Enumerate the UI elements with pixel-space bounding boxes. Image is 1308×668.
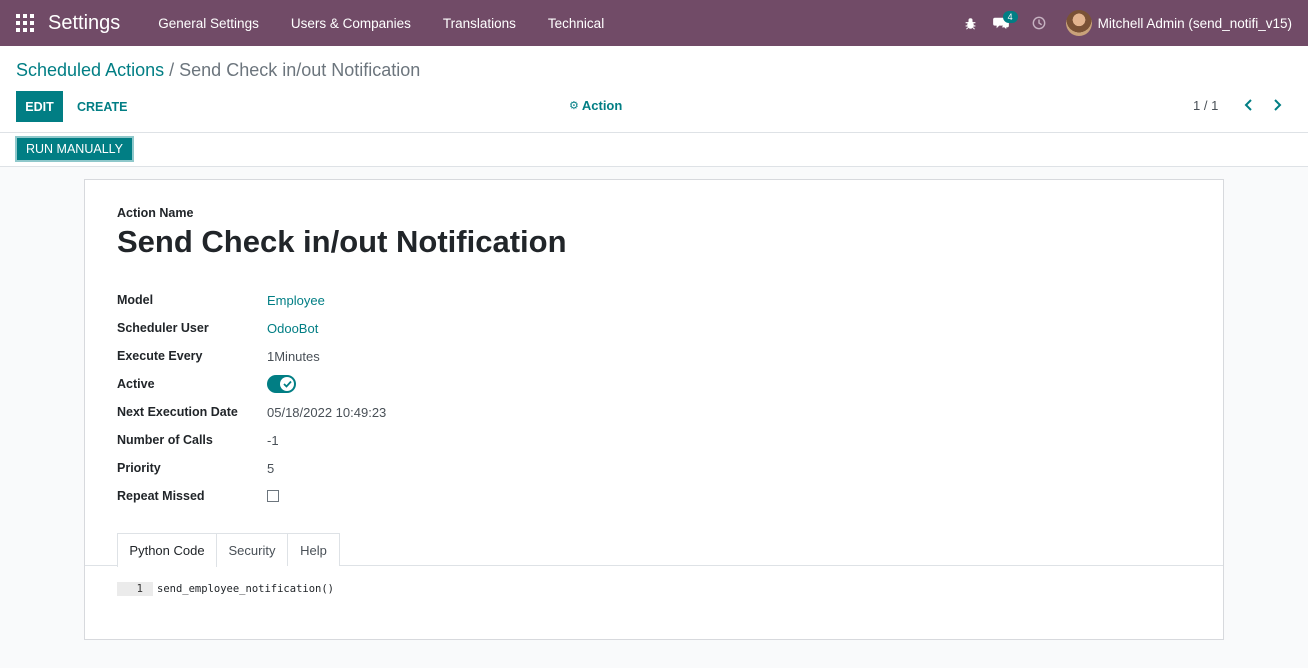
bug-icon[interactable]	[956, 0, 986, 46]
user-name: Mitchell Admin (send_notifi_v15)	[1097, 15, 1292, 31]
field-label: Number of Calls	[117, 433, 213, 447]
avatar	[1065, 10, 1092, 36]
edit-button[interactable]: EDIT	[16, 91, 63, 122]
chat-icon[interactable]: 4	[986, 0, 1018, 46]
control-panel: Scheduled Actions / Send Check in/out No…	[0, 46, 1308, 133]
notebook-tabs: Python Code Security Help	[85, 533, 1223, 567]
tab-security[interactable]: Security	[216, 533, 288, 566]
action-menu-button[interactable]: ⚙ Action	[569, 98, 622, 113]
priority-value: 5	[267, 460, 275, 476]
tab-help[interactable]: Help	[287, 533, 340, 566]
pager-value[interactable]: 1 / 1	[1193, 98, 1218, 113]
menu-translations[interactable]: Translations	[427, 16, 532, 31]
check-icon	[280, 377, 294, 391]
gear-icon: ⚙	[569, 100, 579, 112]
field-next-execution-date: Next Execution Date 05/18/2022 10:49:23	[117, 402, 386, 422]
field-label: Next Execution Date	[117, 405, 238, 419]
create-button[interactable]: CREATE	[69, 91, 135, 122]
breadcrumb-current: Send Check in/out Notification	[179, 60, 421, 80]
field-label: Active	[117, 377, 155, 391]
field-repeat-missed: Repeat Missed	[117, 486, 279, 506]
app-title[interactable]: Settings	[48, 12, 120, 35]
run-manually-button[interactable]: RUN MANUALLY	[15, 136, 135, 162]
field-execute-every: Execute Every 1Minutes	[117, 346, 320, 366]
field-number-of-calls: Number of Calls -1	[117, 430, 279, 450]
breadcrumb-scheduled-actions[interactable]: Scheduled Actions	[16, 60, 164, 80]
number-of-calls-value: -1	[267, 432, 279, 448]
field-active: Active	[117, 374, 296, 394]
field-priority: Priority 5	[117, 458, 274, 478]
active-toggle[interactable]	[267, 375, 296, 393]
top-navbar: Settings General Settings Users & Compan…	[0, 0, 1308, 46]
systray: 4 Mitchell Admin (send_notifi_v15)	[956, 0, 1308, 46]
pager-previous-button[interactable]	[1238, 94, 1260, 116]
python-code-editor[interactable]: 1 send_employee_notification()	[117, 582, 334, 596]
field-label: Execute Every	[117, 349, 203, 363]
breadcrumb: Scheduled Actions / Send Check in/out No…	[16, 60, 420, 81]
form-sheet: Action Name Send Check in/out Notificati…	[84, 179, 1224, 640]
menu-users-companies[interactable]: Users & Companies	[275, 16, 427, 31]
scheduler-user-link[interactable]: OdooBot	[267, 321, 318, 336]
apps-grid-icon[interactable]	[16, 14, 34, 32]
clock-icon[interactable]	[1024, 0, 1054, 46]
model-link[interactable]: Employee	[267, 293, 325, 308]
action-name-label: Action Name	[117, 206, 194, 220]
menu-general-settings[interactable]: General Settings	[142, 16, 275, 31]
field-label: Repeat Missed	[117, 489, 205, 503]
action-menu-label: Action	[581, 98, 623, 113]
execute-every-value: 1Minutes	[267, 348, 320, 364]
next-execution-date-value: 05/18/2022 10:49:23	[267, 404, 387, 420]
form-statusbar: RUN MANUALLY	[0, 133, 1308, 167]
field-label: Priority	[117, 461, 161, 475]
field-label: Model	[117, 293, 154, 307]
field-model: Model Employee	[117, 290, 325, 310]
chevron-left-icon	[1244, 99, 1252, 111]
pager-next-button[interactable]	[1266, 94, 1288, 116]
line-number: 1	[117, 582, 153, 596]
chevron-right-icon	[1274, 99, 1282, 111]
messages-count-badge: 4	[1002, 11, 1018, 23]
code-line: send_employee_notification()	[157, 583, 335, 595]
repeat-missed-checkbox[interactable]	[267, 490, 279, 502]
menu-technical[interactable]: Technical	[532, 16, 620, 31]
user-menu[interactable]: Mitchell Admin (send_notifi_v15)	[1065, 10, 1292, 36]
breadcrumb-separator: /	[169, 60, 175, 80]
action-name-title: Send Check in/out Notification	[117, 224, 567, 259]
field-label: Scheduler User	[117, 321, 209, 335]
tab-python-code[interactable]: Python Code	[117, 533, 217, 567]
field-scheduler-user: Scheduler User OdooBot	[117, 318, 318, 338]
